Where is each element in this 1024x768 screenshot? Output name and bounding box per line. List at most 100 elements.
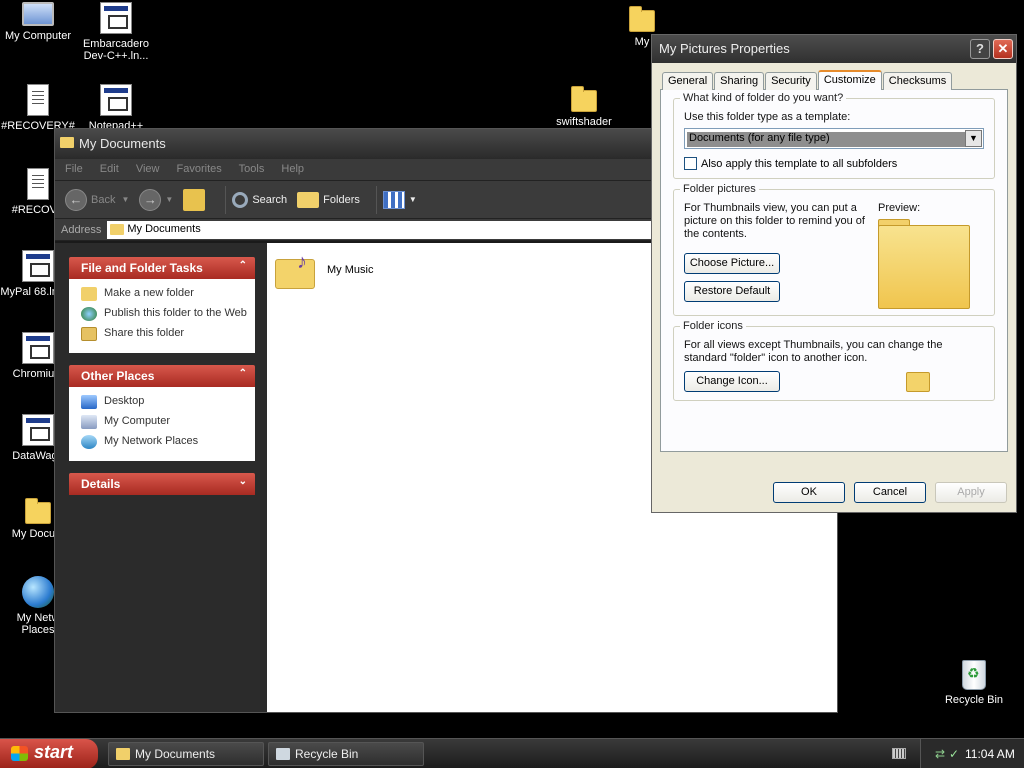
search-button[interactable]: Search: [232, 191, 287, 208]
computer-icon: [81, 415, 97, 429]
collapse-chevron-icon[interactable]: ⌃: [239, 260, 247, 271]
task-make-new-folder[interactable]: Make a new folder: [81, 287, 247, 301]
computer-icon: [22, 2, 54, 26]
folders-button[interactable]: Folders: [297, 191, 360, 208]
menu-view[interactable]: View: [136, 163, 160, 175]
menu-file[interactable]: File: [65, 163, 83, 175]
address-value: My Documents: [127, 222, 201, 235]
chevron-down-icon: ▼: [408, 195, 417, 204]
change-icon-button[interactable]: Change Icon...: [684, 371, 780, 392]
preview-label: Preview:: [878, 202, 921, 214]
file-folder-tasks-panel: File and Folder Tasks ⌃ Make a new folde…: [69, 257, 255, 353]
collapse-chevron-icon[interactable]: ⌃: [239, 368, 247, 379]
network-status-icon[interactable]: ⇄: [935, 747, 945, 761]
folder-icon: [116, 748, 130, 760]
tab-general[interactable]: General: [662, 72, 714, 90]
publish-web-icon: [81, 307, 97, 321]
tab-strip: General Sharing Security Customize Check…: [660, 70, 1008, 90]
apply-subfolders-checkbox[interactable]: Also apply this template to all subfolde…: [684, 157, 984, 170]
place-desktop[interactable]: Desktop: [81, 395, 247, 409]
other-places-header[interactable]: Other Places ⌃: [69, 365, 255, 387]
chevron-down-icon: ▼: [965, 130, 982, 147]
menu-tools[interactable]: Tools: [239, 163, 265, 175]
taskbar-item-recycle-bin[interactable]: Recycle Bin: [268, 742, 424, 766]
forward-arrow-icon: →: [139, 188, 162, 211]
toolbar-divider: [225, 185, 227, 214]
tab-customize[interactable]: Customize: [817, 70, 882, 90]
folder-icon: [571, 86, 597, 112]
back-button[interactable]: ← Back ▼: [65, 188, 130, 211]
folder-icons-description: For all views except Thumbnails, you can…: [684, 339, 943, 364]
place-my-network-places[interactable]: My Network Places: [81, 435, 247, 449]
other-places-panel: Other Places ⌃ Desktop My Computer My Ne…: [69, 365, 255, 461]
new-folder-icon: [81, 287, 97, 301]
app-shortcut-icon: [22, 414, 54, 446]
checkbox-box[interactable]: [684, 157, 697, 170]
preview-folder-icon: [878, 219, 970, 309]
tab-security[interactable]: Security: [765, 72, 817, 90]
menu-favorites[interactable]: Favorites: [177, 163, 222, 175]
desktop-icon-my-computer[interactable]: My Computer: [0, 2, 76, 42]
taskbar: start My Documents Recycle Bin ⇄ ✓ 11:04…: [0, 738, 1024, 768]
toolbar-divider: [375, 185, 377, 214]
properties-dialog: My Pictures Properties ? ✕ General Shari…: [651, 34, 1017, 513]
back-arrow-icon: ←: [65, 188, 87, 211]
desktop-icon-embarcadero[interactable]: Embarcadero Dev-C++.ln...: [78, 2, 154, 62]
folder-icon: [60, 137, 74, 148]
clock[interactable]: 11:04 AM: [965, 747, 1015, 761]
folder-icon: [906, 371, 930, 392]
task-share-folder[interactable]: Share this folder: [81, 327, 247, 341]
views-button[interactable]: ▼: [382, 190, 417, 209]
menu-edit[interactable]: Edit: [100, 163, 119, 175]
network-icon: [81, 435, 97, 449]
documents-folder-icon: [25, 498, 51, 524]
app-shortcut-icon: [100, 84, 132, 116]
folder-icon: [110, 223, 125, 235]
close-button[interactable]: ✕: [993, 39, 1013, 59]
up-folder-button[interactable]: [183, 188, 209, 211]
folder-pictures-group: Folder pictures For Thumbnails view, you…: [673, 183, 995, 316]
search-icon: [232, 191, 249, 208]
details-header[interactable]: Details ⌄: [69, 473, 255, 495]
system-tray: ⇄ ✓ 11:04 AM: [920, 739, 1024, 768]
chevron-down-icon: ▼: [121, 195, 130, 204]
recycle-bin-icon: [962, 660, 986, 690]
desktop-icon-recovery[interactable]: #RECOVERY#: [0, 84, 76, 132]
task-publish-to-web[interactable]: Publish this folder to the Web: [81, 307, 247, 321]
forward-button[interactable]: → ▼: [139, 188, 174, 211]
keyboard-icon[interactable]: [892, 748, 906, 759]
share-folder-icon: [81, 327, 97, 341]
desktop-icon-notepad[interactable]: Notepad++: [78, 84, 154, 132]
tab-sharing[interactable]: Sharing: [714, 72, 765, 90]
start-button[interactable]: start: [0, 739, 98, 768]
cancel-button[interactable]: Cancel: [854, 482, 926, 503]
folder-template-select[interactable]: Documents (for any file type) ▼: [684, 128, 984, 149]
choose-picture-button[interactable]: Choose Picture...: [684, 253, 780, 274]
tab-checksums[interactable]: Checksums: [882, 72, 953, 90]
app-shortcut-icon: [100, 2, 132, 34]
task-pane: File and Folder Tasks ⌃ Make a new folde…: [55, 243, 267, 712]
text-file-icon: [27, 168, 49, 200]
ok-button[interactable]: OK: [773, 482, 845, 503]
help-button[interactable]: ?: [970, 39, 990, 59]
text-file-icon: [27, 84, 49, 116]
details-panel: Details ⌄: [69, 473, 255, 495]
dialog-title-bar[interactable]: My Pictures Properties ? ✕: [652, 35, 1016, 63]
checkmark-icon[interactable]: ✓: [949, 747, 959, 761]
file-folder-tasks-header[interactable]: File and Folder Tasks ⌃: [69, 257, 255, 279]
place-my-computer[interactable]: My Computer: [81, 415, 247, 429]
folder-pictures-description: For Thumbnails view, you can put a pictu…: [684, 202, 865, 240]
expand-chevron-icon[interactable]: ⌄: [239, 476, 247, 487]
restore-default-button[interactable]: Restore Default: [684, 281, 780, 302]
taskbar-item-my-documents[interactable]: My Documents: [108, 742, 264, 766]
desktop-icon-recycle-bin[interactable]: Recycle Bin: [936, 660, 1012, 706]
dialog-footer: OK Cancel Apply: [652, 472, 1016, 512]
file-item-my-music[interactable]: ♪ My Music: [275, 251, 373, 289]
apply-button[interactable]: Apply: [935, 482, 1007, 503]
desktop-icon-swiftshader[interactable]: swiftshader: [546, 84, 622, 128]
folder-icon: [629, 6, 655, 32]
network-icon: [22, 576, 54, 608]
desktop-icon: [81, 395, 97, 409]
menu-help[interactable]: Help: [281, 163, 304, 175]
chevron-down-icon: ▼: [165, 195, 174, 204]
